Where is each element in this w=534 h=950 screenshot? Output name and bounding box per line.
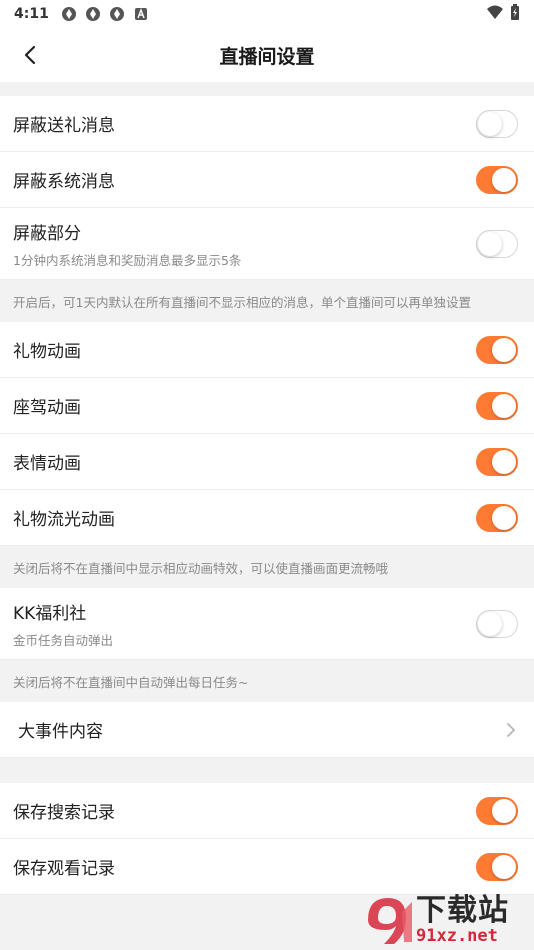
setting-label: 礼物动画: [13, 342, 81, 362]
app-notification-icon: [61, 6, 77, 22]
save-search-history-toggle[interactable]: [476, 796, 518, 825]
setting-label: 保存搜索记录: [13, 803, 115, 823]
back-button[interactable]: [10, 28, 50, 82]
setting-label: 屏蔽系统消息: [13, 172, 115, 192]
setting-label: 屏蔽部分: [13, 223, 81, 244]
setting-label: 礼物流光动画: [13, 510, 115, 530]
animation-group: 礼物动画 座驾动画 表情动画 礼物流光动画: [0, 322, 534, 546]
setting-label: KK福利社: [13, 603, 87, 624]
events-group: 大事件内容: [0, 702, 534, 758]
app-notification-icon: [85, 6, 101, 22]
status-time: 4:11: [14, 6, 49, 22]
kk-welfare-toggle[interactable]: [476, 609, 518, 638]
setting-label: 大事件内容: [18, 722, 103, 742]
emoji-animation-toggle[interactable]: [476, 447, 518, 476]
save-watch-history-toggle[interactable]: [476, 852, 518, 881]
setting-row-save-watch-history: 保存观看记录: [0, 839, 534, 895]
setting-label: 表情动画: [13, 454, 81, 474]
a-letter-icon: [133, 6, 149, 22]
setting-description: 金币任务自动弹出: [13, 632, 114, 648]
setting-row-gift-animation: 礼物动画: [0, 322, 534, 378]
watermark-text-en: 91xz.net: [416, 925, 498, 946]
message-block-group: 屏蔽送礼消息 屏蔽系统消息 屏蔽部分 1分钟内系统消息和奖励消息最多显示5条: [0, 96, 534, 280]
setting-label: 屏蔽送礼消息: [13, 116, 115, 136]
history-group: 保存搜索记录 保存观看记录: [0, 783, 534, 895]
page-title: 直播间设置: [219, 45, 315, 68]
wifi-icon: [486, 4, 504, 24]
app-header: 直播间设置: [0, 28, 534, 82]
setting-row-block-partial: 屏蔽部分 1分钟内系统消息和奖励消息最多显示5条: [0, 208, 534, 280]
block-system-messages-toggle[interactable]: [476, 165, 518, 194]
setting-row-gift-glow-animation: 礼物流光动画: [0, 490, 534, 546]
setting-row-vehicle-animation: 座驾动画: [0, 378, 534, 434]
block-partial-toggle[interactable]: [476, 229, 518, 258]
setting-description: 1分钟内系统消息和奖励消息最多显示5条: [13, 252, 242, 268]
battery-icon: [510, 4, 520, 24]
app-notification-icon: [109, 6, 125, 22]
chevron-left-icon: [24, 45, 36, 65]
setting-label: 保存观看记录: [13, 859, 115, 879]
status-bar: 4:11: [0, 0, 534, 28]
gift-animation-toggle[interactable]: [476, 335, 518, 364]
setting-row-major-events[interactable]: 大事件内容: [0, 702, 534, 758]
section-note: 开启后，可1天内默认在所有直播间不显示相应的消息，单个直播间可以再单独设置: [0, 280, 534, 322]
setting-label: 座驾动画: [13, 398, 81, 418]
watermark-logo-icon: [368, 898, 412, 944]
setting-row-block-system-messages: 屏蔽系统消息: [0, 152, 534, 208]
chevron-right-icon: [504, 720, 518, 740]
vehicle-animation-toggle[interactable]: [476, 391, 518, 420]
section-note: 关闭后将不在直播间中显示相应动画特效，可以使直播画面更流畅哦: [0, 546, 534, 588]
welfare-group: KK福利社 金币任务自动弹出: [0, 588, 534, 660]
block-gift-messages-toggle[interactable]: [476, 109, 518, 138]
setting-row-emoji-animation: 表情动画: [0, 434, 534, 490]
setting-row-block-gift-messages: 屏蔽送礼消息: [0, 96, 534, 152]
watermark: 下载站 91xz.net: [358, 890, 530, 950]
setting-row-save-search-history: 保存搜索记录: [0, 783, 534, 839]
watermark-text-cn: 下载站: [416, 892, 509, 928]
gift-glow-animation-toggle[interactable]: [476, 503, 518, 532]
section-note: 关闭后将不在直播间中自动弹出每日任务~: [0, 660, 534, 702]
setting-row-kk-welfare: KK福利社 金币任务自动弹出: [0, 588, 534, 660]
